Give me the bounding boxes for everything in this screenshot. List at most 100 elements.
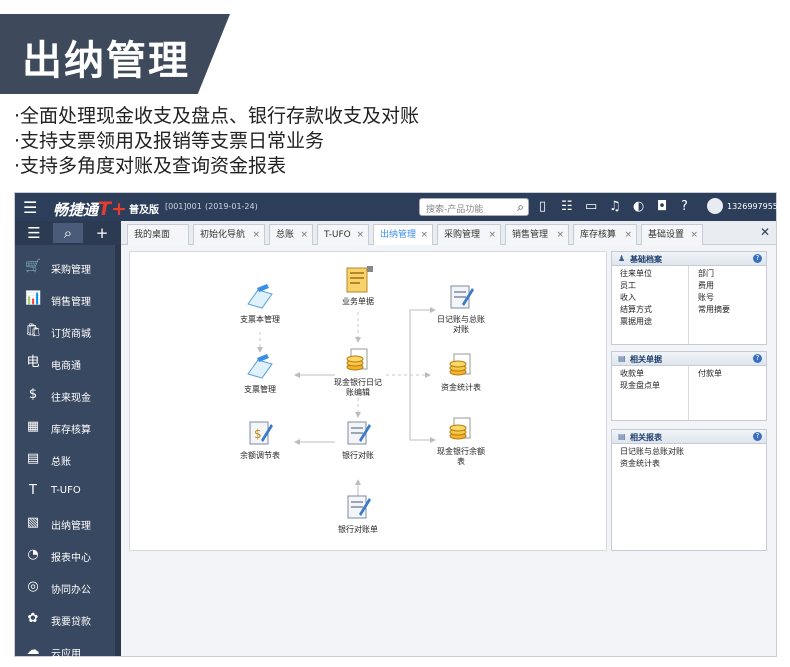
tab[interactable]: 销售管理 × [505,224,569,245]
link-fund-stats-report[interactable]: 资金统计表 [620,459,660,469]
close-tab-icon[interactable]: × [556,225,564,245]
close-tab-icon[interactable]: × [420,225,428,245]
sidebar-item-label: 库存核算 [51,425,91,436]
avatar[interactable] [707,198,723,214]
close-tab-icon[interactable]: × [690,225,698,245]
sidebar-item[interactable]: 📊 销售管理 [15,285,115,315]
tab-label: 我的桌面 [134,230,171,240]
link-receipt[interactable]: 收款单 [620,369,644,379]
flow-node-bank-reconcile[interactable]: 银行对账 [323,418,393,461]
link-common-summary[interactable]: 常用摘要 [698,305,730,315]
banner-title: 出纳管理 [22,38,190,84]
message-icon[interactable]: ▭ [585,199,597,214]
link-payment[interactable]: 付款单 [698,369,722,379]
ecommerce-icon: 电 [26,355,40,370]
cashier-icon: ▧ [26,515,40,530]
tab[interactable]: 库存核算 × [573,224,637,245]
add-icon[interactable]: + [87,223,117,243]
link-employee[interactable]: 员工 [620,281,636,291]
tab[interactable]: 总账 × [269,224,313,245]
panel-header: ▤ 相关报表 ? [612,430,766,444]
service-icon[interactable]: ◐ [633,199,644,214]
help-icon[interactable]: ? [753,432,762,441]
tab-label: 采购管理 [444,230,481,240]
flow-node-balance-adjust[interactable]: $ 余额调节表 [225,418,295,461]
tab-label: 基础设置 [648,230,685,240]
sidebar-item[interactable]: ◎ 协同办公 [15,573,115,603]
link-account[interactable]: 账号 [698,293,714,303]
sidebar-item[interactable]: ◔ 报表中心 [15,541,115,571]
sidebar-item[interactable]: $ 往来现金 [15,381,115,411]
help-icon[interactable]: ? [753,354,762,363]
flow-node-cash-balance[interactable]: 现金银行余额表 [426,414,496,467]
sidebar-item[interactable]: ✿ 我要贷款 [15,605,115,635]
sidebar-item-label: 往来现金 [51,393,91,404]
mobile-icon[interactable]: ▯ [539,199,546,214]
list-icon[interactable]: ☷ [561,199,573,214]
sidebar-item[interactable]: 电电商通 [15,349,115,379]
close-tab-icon[interactable]: × [624,225,632,245]
sidebar-item[interactable]: ▦ 库存核算 [15,413,115,443]
tab[interactable]: 初始化导航 × [193,224,265,245]
link-expense[interactable]: 费用 [698,281,714,291]
chat-icon[interactable]: ◘ [657,199,667,214]
bell-icon[interactable]: ♫ [609,199,621,214]
help-icon[interactable]: ? [753,254,762,263]
cloud-icon: ☁ [26,643,40,658]
search-input[interactable]: 搜索-产品功能 ⌕ [419,198,529,216]
reconcile-icon [347,421,371,445]
tab[interactable]: 我的桌面 [127,224,189,245]
svg-text:$: $ [254,427,262,441]
app-window: ☰ 畅捷通T+ 普及版 [001]001 (2019-01-24) 搜索-产品功… [14,192,783,660]
sidebar-item[interactable]: ▧ 出纳管理 [15,509,115,539]
flow-node-bank-statement[interactable]: 银行对账单 [323,492,393,535]
tab-label: 出纳管理 [380,230,417,240]
tab[interactable]: 出纳管理 × [373,224,433,245]
sidebar-toolbar: ☰ ⌕ + [15,221,121,245]
flow-node-journal-check[interactable]: 日记账与总账对账 [426,282,496,335]
tab[interactable]: 采购管理 × [437,224,501,245]
close-tab-icon[interactable]: × [252,225,260,245]
tab-label: 销售管理 [512,230,549,240]
tab-label: T-UFO [324,230,351,240]
sidebar-item[interactable]: 🛒 采购管理 [15,253,115,283]
flow-node-fund-stats[interactable]: 资金统计表 [426,350,496,393]
report-icon: ◔ [27,547,39,562]
sidebar-item-label: 销售管理 [51,297,91,308]
tab-label: 库存核算 [580,230,617,240]
link-income[interactable]: 收入 [620,293,636,303]
sidebar-item[interactable]: T T-UFO [15,477,115,507]
sidebar-item[interactable]: 🛍 订货商城 [15,317,115,347]
search-placeholder: 搜索-产品功能 [426,205,484,215]
sidebar-item[interactable]: ☁ 云应用 [15,637,115,667]
tab[interactable]: T-UFO × [317,224,369,245]
search-icon[interactable]: ⌕ [53,223,83,243]
hamburger-menu-icon[interactable]: ☰ [23,198,37,217]
cash-icon: $ [28,387,38,402]
link-partner[interactable]: 往来单位 [620,269,652,279]
tab[interactable]: 基础设置 × [641,224,703,245]
process-flow-panel: 业务单据 支票本管理 日记账与总账对账 支票管理 现金银行日记账编辑 资金统计表… [129,251,607,551]
balance-doc-icon: $ [249,421,273,445]
help-icon[interactable]: ? [681,199,688,214]
link-journal-check-report[interactable]: 日记账与总账对账 [620,447,684,457]
collapse-icon[interactable]: ☰ [19,223,49,243]
close-tab-icon[interactable]: × [356,225,364,245]
link-settlement[interactable]: 结算方式 [620,305,652,315]
feature-item: ·支持多角度对账及查询资金报表 [14,155,287,177]
close-tab-icon[interactable]: × [300,225,308,245]
user-phone[interactable]: 13269979558 [727,202,783,211]
flow-node-cash-journal[interactable]: 现金银行日记账编辑 [323,345,393,398]
sidebar-item[interactable]: ▤ 总账 [15,445,115,475]
link-department[interactable]: 部门 [698,269,714,279]
flow-node-business-doc[interactable]: 业务单据 [323,264,393,307]
flow-node-cheque[interactable]: 支票管理 [225,352,295,395]
statement-icon [347,495,371,519]
link-bill-usage[interactable]: 票据用途 [620,317,652,327]
close-tab-icon[interactable]: × [488,225,496,245]
flow-node-checkbook[interactable]: 支票本管理 [225,282,295,325]
cheque-icon [247,354,273,379]
close-all-tabs-icon[interactable]: ✕ [760,225,770,239]
link-cash-count[interactable]: 现金盘点单 [620,381,660,391]
search-icon[interactable]: ⌕ [517,200,524,215]
